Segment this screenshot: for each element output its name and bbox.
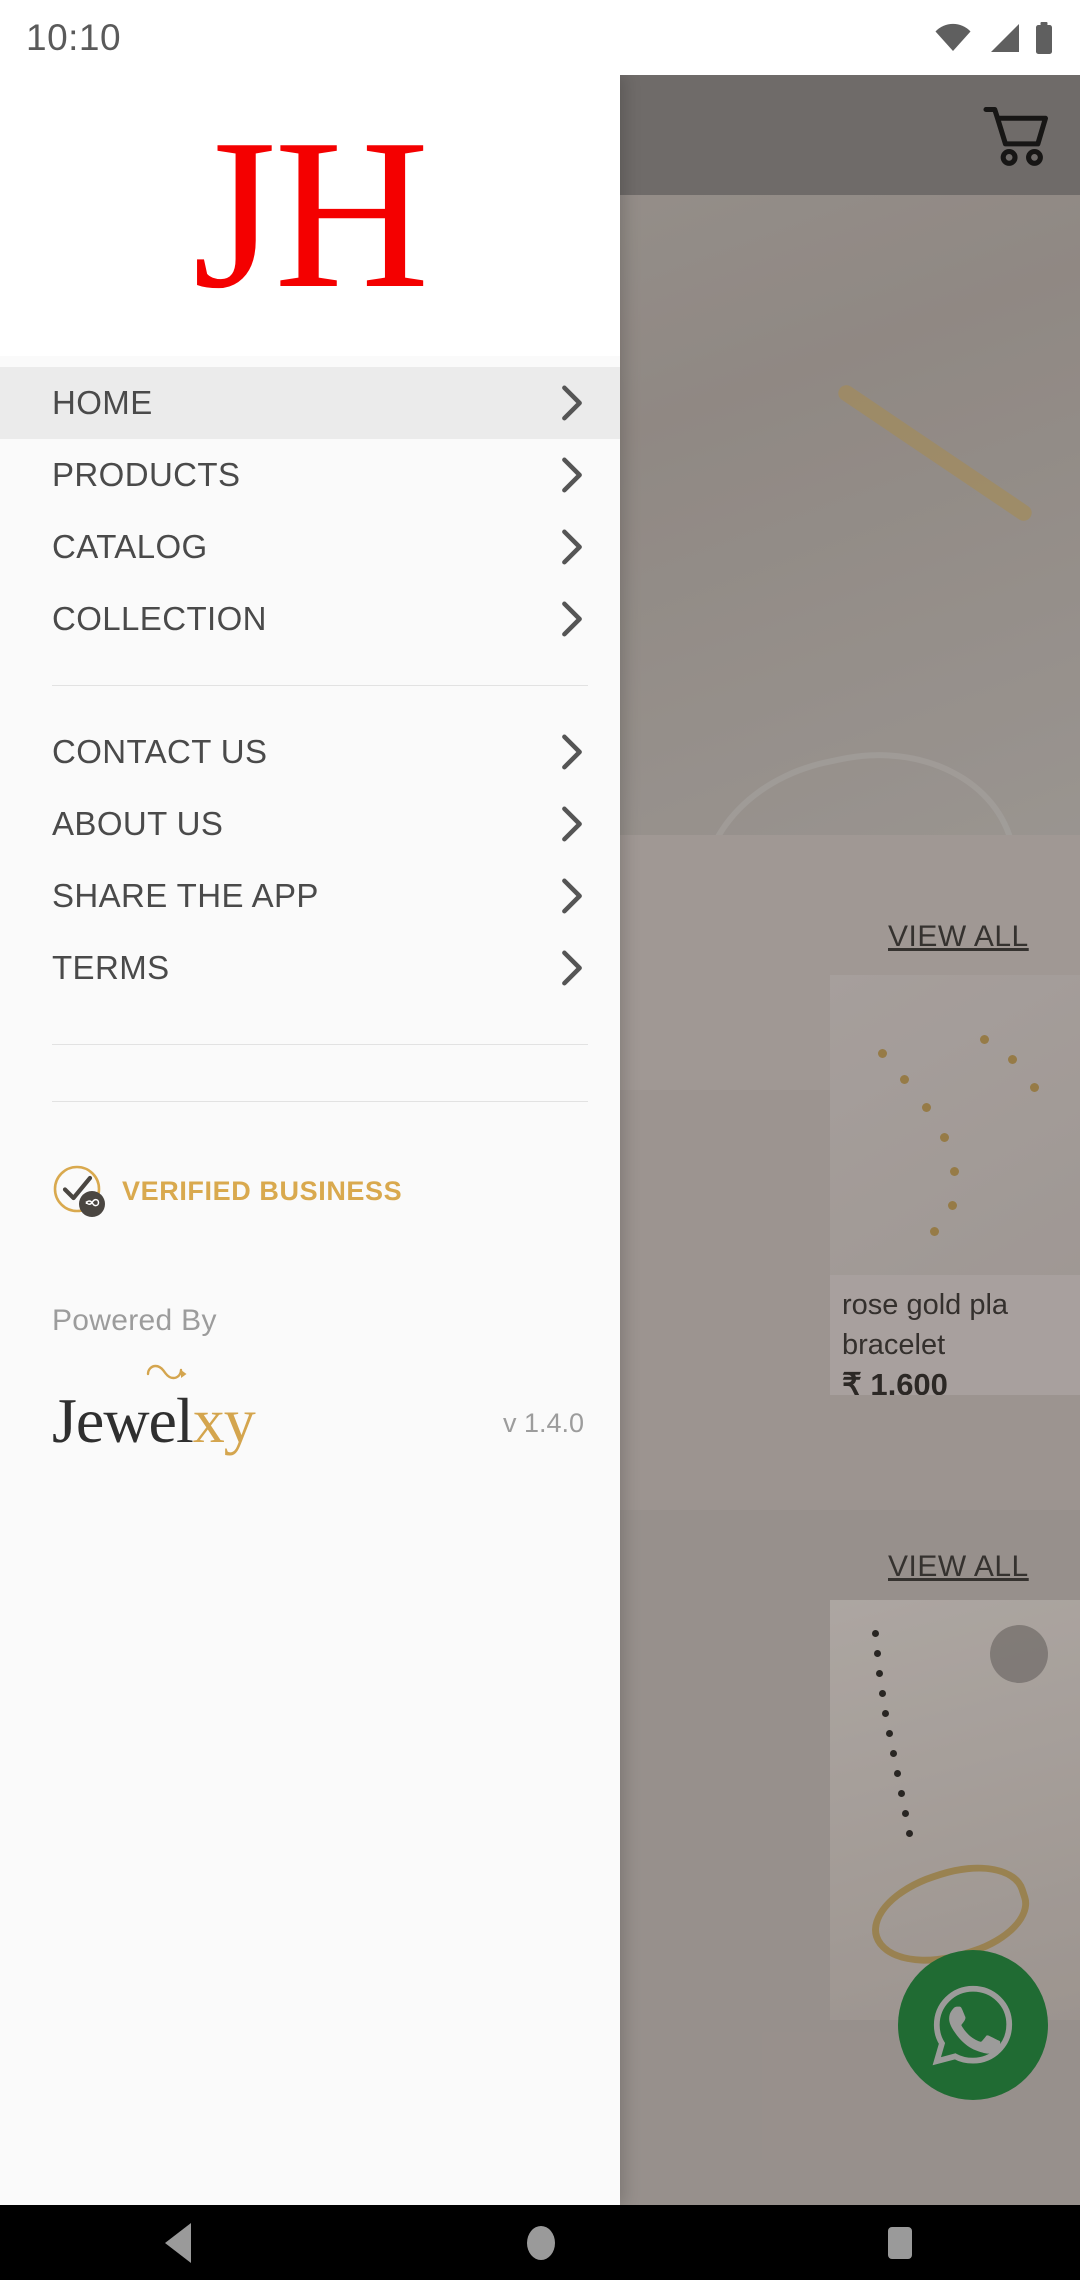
menu-item-home[interactable]: HOME bbox=[0, 367, 620, 439]
status-time: 10:10 bbox=[26, 16, 122, 58]
chevron-right-icon bbox=[560, 805, 584, 843]
jewelxy-dark-part: Jewel bbox=[52, 1385, 194, 1456]
chevron-right-icon bbox=[560, 733, 584, 771]
menu-item-catalog[interactable]: CATALOG bbox=[0, 511, 620, 583]
chevron-right-icon bbox=[560, 600, 584, 638]
verified-business-badge: VERIFIED BUSINESS bbox=[0, 1164, 620, 1218]
chevron-right-icon bbox=[560, 528, 584, 566]
product-badge-circle bbox=[990, 1625, 1048, 1683]
chevron-right-icon bbox=[560, 949, 584, 987]
infinity-bow-icon bbox=[144, 1361, 190, 1387]
menu-item-label: COLLECTION bbox=[52, 600, 267, 637]
battery-icon bbox=[1034, 21, 1054, 54]
android-nav-bar bbox=[0, 2205, 1080, 2280]
powered-by-label: Powered By bbox=[52, 1304, 217, 1337]
menu-group-secondary: CONTACT US ABOUT US SHARE THE APP TERMS bbox=[0, 716, 620, 1004]
shopping-cart-icon[interactable] bbox=[982, 105, 1052, 167]
view-all-link-2[interactable]: VIEW ALL bbox=[888, 1550, 1029, 1584]
back-triangle-icon[interactable] bbox=[159, 2219, 203, 2267]
signal-icon bbox=[985, 23, 1021, 53]
menu-item-label: SHARE THE APP bbox=[52, 877, 319, 914]
chevron-right-icon bbox=[560, 384, 584, 422]
product-price: ₹ 1,600 bbox=[842, 1367, 948, 1395]
menu-item-label: CATALOG bbox=[52, 528, 208, 565]
chevron-right-icon bbox=[560, 456, 584, 494]
product-card[interactable]: rose gold pla bracelet ₹ 1,600 bbox=[830, 975, 1080, 1395]
whatsapp-fab[interactable] bbox=[898, 1950, 1048, 2100]
drawer-logo-area: JH bbox=[0, 75, 620, 356]
menu-item-label: HOME bbox=[52, 384, 153, 421]
menu-item-label: ABOUT US bbox=[52, 805, 224, 842]
jewelxy-logo[interactable]: Jewelxy bbox=[52, 1364, 503, 1453]
product-title: rose gold pla bbox=[842, 1289, 1009, 1321]
menu-item-label: CONTACT US bbox=[52, 733, 268, 770]
home-circle-icon[interactable] bbox=[520, 2219, 562, 2267]
menu-item-about-us[interactable]: ABOUT US bbox=[0, 788, 620, 860]
app-version-label: v 1.4.0 bbox=[502, 1408, 584, 1438]
product-image bbox=[830, 975, 1080, 1275]
menu-item-products[interactable]: PRODUCTS bbox=[0, 439, 620, 511]
menu-item-label: TERMS bbox=[52, 949, 170, 986]
view-all-link-1[interactable]: VIEW ALL bbox=[888, 920, 1029, 954]
brand-logo: JH bbox=[192, 94, 430, 333]
menu-group-primary: HOME PRODUCTS CATALOG COLLECTION bbox=[0, 367, 620, 655]
menu-item-contact-us[interactable]: CONTACT US bbox=[0, 716, 620, 788]
verified-check-infinity-icon bbox=[52, 1164, 106, 1218]
status-icons-group bbox=[934, 21, 1054, 54]
footer-row: Jewelxy v 1.4.0 bbox=[0, 1364, 620, 1453]
navigation-drawer[interactable]: JH HOME PRODUCTS CATALOG COLLECTION CONT… bbox=[0, 75, 620, 2205]
product-title-line2: bracelet bbox=[842, 1329, 946, 1361]
menu-item-label: PRODUCTS bbox=[52, 456, 241, 493]
hero-decor-stick bbox=[835, 382, 1035, 524]
wifi-icon bbox=[934, 23, 972, 53]
status-bar: 10:10 bbox=[0, 0, 1080, 75]
jewelxy-accent-part: xy bbox=[192, 1385, 256, 1456]
menu-item-share-the-app[interactable]: SHARE THE APP bbox=[0, 860, 620, 932]
menu-item-terms[interactable]: TERMS bbox=[0, 932, 620, 1004]
recents-square-icon[interactable] bbox=[879, 2219, 921, 2267]
chevron-right-icon bbox=[560, 877, 584, 915]
verified-business-label: VERIFIED BUSINESS bbox=[122, 1175, 403, 1206]
menu-item-collection[interactable]: COLLECTION bbox=[0, 583, 620, 655]
